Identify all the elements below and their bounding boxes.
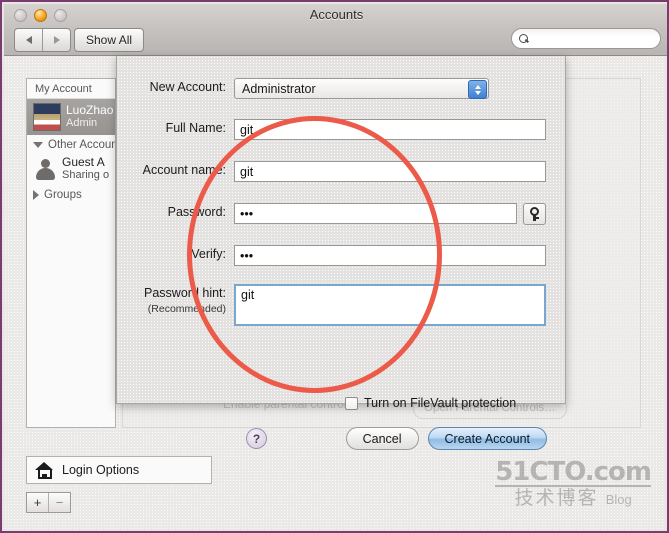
account-name-input[interactable] bbox=[234, 161, 546, 182]
full-name-label: Full Name: bbox=[165, 121, 226, 135]
verify-label: Verify: bbox=[191, 247, 226, 261]
window-titlebar: Accounts Show All bbox=[4, 4, 667, 56]
watermark: 51CTO.com 技术博客 Blog bbox=[495, 457, 652, 511]
create-account-button[interactable]: Create Account bbox=[427, 427, 547, 450]
password-hint-label-text: Password hint: bbox=[144, 286, 226, 300]
verify-input[interactable] bbox=[234, 245, 546, 266]
window-title: Accounts bbox=[309, 7, 364, 22]
filevault-checkbox[interactable] bbox=[345, 396, 358, 410]
add-account-button[interactable]: + bbox=[27, 493, 49, 512]
sidebar-guest-role: Sharing o bbox=[62, 169, 110, 181]
password-hint-label: Password hint: (Recommended) bbox=[129, 284, 234, 315]
sidebar-other-accounts-label: Other Accounts bbox=[48, 139, 115, 151]
watermark-line2: 技术博客 Blog bbox=[495, 485, 651, 511]
sheet-button-row: Cancel Create Account bbox=[345, 427, 547, 450]
back-button[interactable] bbox=[15, 29, 43, 51]
password-label: Password: bbox=[167, 205, 226, 219]
cancel-button[interactable]: Cancel bbox=[345, 427, 419, 450]
remove-account-button[interactable]: − bbox=[49, 493, 70, 512]
password-hint-input[interactable]: git bbox=[234, 284, 546, 326]
search-icon bbox=[519, 33, 529, 44]
person-icon bbox=[33, 157, 57, 181]
password-input[interactable] bbox=[234, 203, 517, 224]
triangle-left-icon bbox=[25, 36, 32, 44]
password-assistant-button[interactable] bbox=[523, 203, 546, 225]
accounts-sidebar[interactable]: My Account LuoZhao Admin Other Accounts … bbox=[26, 78, 116, 428]
watermark-line1: 51CTO.com bbox=[495, 457, 652, 487]
sidebar-group-groups[interactable]: Groups bbox=[27, 185, 115, 203]
chevron-right-icon[interactable] bbox=[33, 190, 39, 200]
window-root: Accounts Show All Change Password… Open bbox=[0, 0, 669, 533]
full-name-input[interactable] bbox=[234, 119, 546, 140]
nav-button-group bbox=[14, 28, 71, 52]
sidebar-item-luozhao[interactable]: LuoZhao Admin bbox=[27, 99, 115, 135]
sidebar-header-my-account: My Account bbox=[27, 79, 115, 99]
new-account-sheet: New Account: Administrator Full Name: Ac… bbox=[116, 56, 566, 450]
login-options-label: Login Options bbox=[62, 463, 140, 477]
password-hint-sublabel: (Recommended) bbox=[147, 303, 226, 315]
key-icon bbox=[529, 207, 540, 221]
triangle-right-icon bbox=[53, 36, 60, 44]
show-all-button[interactable]: Show All bbox=[74, 28, 145, 52]
avatar bbox=[33, 103, 61, 131]
watermark-line2-text: 技术博客 bbox=[514, 488, 599, 509]
add-remove-account-group: + − bbox=[26, 492, 71, 513]
stepper-icon[interactable] bbox=[468, 80, 487, 99]
sidebar-group-other-accounts[interactable]: Other Accounts bbox=[27, 135, 115, 153]
new-account-popup[interactable]: Administrator bbox=[234, 78, 489, 99]
sidebar-user-role: Admin bbox=[66, 117, 98, 129]
toolbar: Show All bbox=[4, 26, 667, 56]
filevault-checkbox-row[interactable]: Turn on FileVault protection bbox=[345, 396, 516, 410]
chevron-down-icon[interactable] bbox=[33, 142, 43, 148]
sidebar-item-guest[interactable]: Guest A Sharing o bbox=[27, 153, 115, 185]
search-input[interactable] bbox=[533, 31, 657, 46]
account-name-label: Account name: bbox=[142, 163, 226, 177]
sidebar-user-name: LuoZhao bbox=[66, 103, 114, 117]
sidebar-groups-label: Groups bbox=[44, 189, 82, 201]
preference-content: Change Password… Open Open Parental Cont… bbox=[4, 56, 665, 529]
watermark-blog-text: Blog bbox=[605, 492, 632, 507]
new-account-value: Administrator bbox=[242, 81, 316, 96]
home-icon bbox=[35, 461, 54, 479]
new-account-label: New Account: bbox=[149, 80, 226, 94]
login-options-button[interactable]: Login Options bbox=[26, 456, 212, 484]
help-button[interactable]: ? bbox=[246, 428, 267, 449]
search-box[interactable] bbox=[511, 28, 661, 49]
filevault-label: Turn on FileVault protection bbox=[364, 396, 517, 410]
sidebar-guest-name: Guest A bbox=[62, 155, 105, 169]
forward-button[interactable] bbox=[43, 29, 70, 51]
